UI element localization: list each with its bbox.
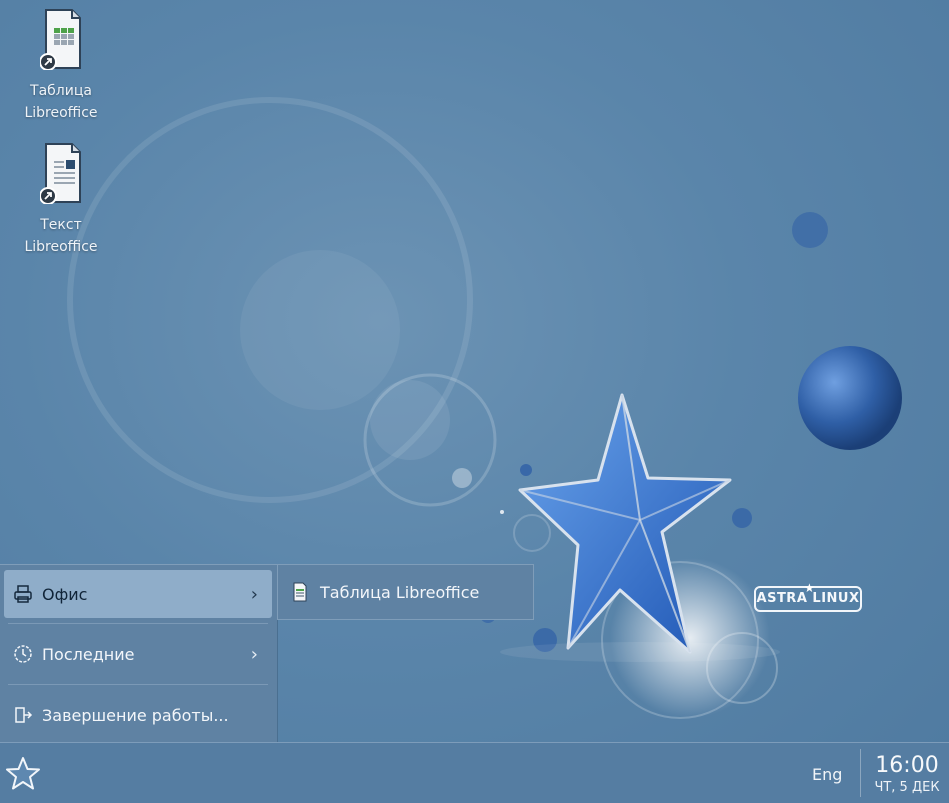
menu-separator [8, 623, 268, 624]
clock-time[interactable]: 16:00 [869, 753, 945, 778]
menu-item-recent[interactable]: Последние › [4, 630, 272, 678]
chevron-right-icon: › [250, 583, 258, 605]
astra-linux-logo: ★ ASTRA LINUX [754, 581, 862, 612]
menu-item-label: Офис [42, 584, 88, 604]
submenu-office[interactable]: Таблица Libreoffice [277, 564, 534, 620]
spreadsheet-shortcut-icon [39, 9, 81, 71]
chevron-right-icon: › [250, 643, 258, 665]
submenu-item-label: Таблица Libreoffice [320, 582, 480, 602]
menu-item-shutdown[interactable]: Завершение работы... [4, 691, 272, 739]
menu-item-label: Последние [42, 644, 135, 664]
text-document-shortcut-icon [39, 143, 81, 205]
logo-star-icon: ★ [804, 581, 816, 595]
printer-icon [12, 583, 34, 605]
clock-date[interactable]: ЧТ, 5 ДЕК [869, 780, 945, 795]
desktop-icon-label-line1: Таблица [30, 83, 92, 99]
start-menu-button[interactable] [4, 755, 42, 793]
logout-icon [12, 704, 34, 726]
keyboard-layout-indicator[interactable]: Eng [812, 765, 842, 784]
recent-clock-icon [12, 643, 34, 665]
menu-item-office[interactable]: Офис › [4, 570, 272, 618]
desktop-icon-spreadsheet[interactable]: Таблица Libreoffice [16, 8, 106, 124]
spreadsheet-icon [292, 582, 308, 602]
menu-separator [8, 684, 268, 685]
star-icon [6, 757, 40, 790]
tray-separator [860, 749, 861, 797]
desktop-icon-label-line2: Libreoffice [24, 105, 98, 121]
start-menu: Офис › Последние › Завершение работы... [0, 564, 278, 743]
desktop-icon-label-line2: Libreoffice [24, 239, 98, 255]
taskbar: Eng 16:00 ЧТ, 5 ДЕК [0, 742, 949, 803]
desktop-icon-text-document[interactable]: Текст Libreoffice [16, 142, 106, 258]
menu-item-label: Завершение работы... [42, 705, 229, 725]
desktop-icon-label-line1: Текст [40, 217, 82, 233]
